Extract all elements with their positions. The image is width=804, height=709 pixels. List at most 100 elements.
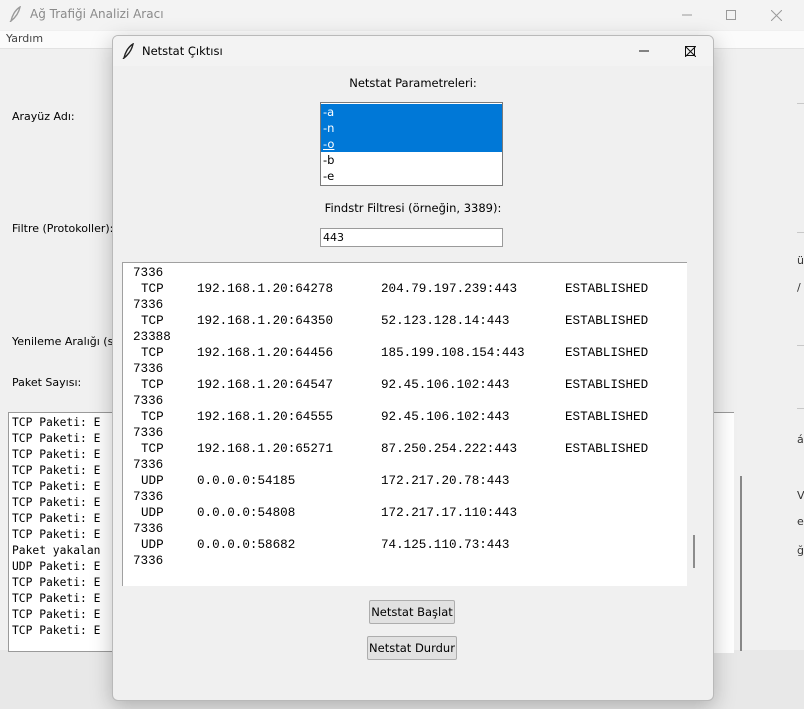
connection-state: ESTABLISHED: [565, 314, 649, 328]
close-icon: [770, 9, 782, 21]
connection-pid: 7336: [133, 522, 164, 536]
menu-help[interactable]: Yardım: [6, 32, 43, 45]
connection-state: ESTABLISHED: [565, 442, 649, 456]
connection-pid: 7336: [133, 362, 164, 376]
output-pid-line: 7336: [133, 266, 164, 280]
netstat-output-text: 7336 TCP 192.168.1.20:64278 204.79.197.239…: [133, 265, 648, 569]
connection-foreign: 204.79.197.239:443: [381, 282, 518, 296]
param-option[interactable]: -b: [321, 152, 502, 168]
netstat-stop-button[interactable]: Netstat Durdur: [367, 636, 457, 660]
connection-proto: TCP: [141, 282, 164, 296]
connection-proto: TCP: [141, 442, 164, 456]
connection-row: UDP 0.0.0.0:54185 172.217.20.78:443: [133, 473, 648, 489]
edge-text: V: [797, 489, 804, 502]
param-option[interactable]: -n: [321, 120, 502, 136]
connection-local: 192.168.1.20:65271: [197, 442, 334, 456]
main-titlebar: Ağ Trafiği Analizi Aracı: [0, 0, 804, 30]
connection-state: ESTABLISHED: [565, 282, 649, 296]
edge-divider: [797, 232, 804, 233]
connection-proto: TCP: [141, 314, 164, 328]
edge-text: ğ: [797, 544, 804, 557]
feather-icon: [121, 42, 135, 62]
connection-local: 192.168.1.20:64555: [197, 410, 334, 424]
close-icon: [684, 45, 696, 57]
connection-foreign: 92.45.106.102:443: [381, 378, 510, 392]
connection-proto: UDP: [141, 538, 164, 552]
connection-local: 0.0.0.0:54185: [197, 474, 296, 488]
connection-state: ESTABLISHED: [565, 346, 649, 360]
connection-row: UDP 0.0.0.0:58682 74.125.110.73:443: [133, 537, 648, 553]
edge-divider: [797, 408, 804, 409]
dialog-titlebar[interactable]: Netstat Çıktısı: [113, 36, 713, 66]
edge-text: e: [797, 515, 804, 528]
connection-local: 192.168.1.20:64547: [197, 378, 334, 392]
connection-pid: 7336: [133, 426, 164, 440]
connection-foreign: 185.199.108.154:443: [381, 346, 525, 360]
log-line: TCP Paketi: E: [12, 576, 101, 589]
output-scrollbar-thumb[interactable]: [693, 535, 695, 568]
log-line: UDP Paketi: E: [12, 560, 101, 573]
log-line: TCP Paketi: E: [12, 416, 101, 429]
netstat-output[interactable]: 7336 TCP 192.168.1.20:64278 204.79.197.239…: [122, 262, 687, 586]
param-option[interactable]: -a: [321, 104, 502, 120]
findstr-input[interactable]: [320, 228, 503, 247]
interface-label: Arayüz Adı:: [12, 110, 75, 123]
dialog-close-button[interactable]: [667, 36, 713, 66]
log-line: Paket yakalan: [12, 544, 101, 557]
param-option[interactable]: -e: [321, 168, 502, 184]
connection-local: 0.0.0.0:54808: [197, 506, 296, 520]
connection-row: TCP 192.168.1.20:64278 204.79.197.239:443 E…: [133, 281, 648, 297]
connection-foreign: 172.217.17.110:443: [381, 506, 518, 520]
param-option-label: -o: [323, 137, 335, 151]
params-label: Netstat Parametreleri:: [349, 76, 477, 90]
edge-text: á: [797, 433, 804, 446]
connection-row: TCP 192.168.1.20:64350 52.123.128.14:443 ES…: [133, 313, 648, 329]
connection-row: UDP 0.0.0.0:54808 172.217.17.110:443: [133, 505, 648, 521]
connection-proto: TCP: [141, 410, 164, 424]
edge-text: ü: [797, 254, 804, 267]
main-close-button[interactable]: [753, 0, 799, 30]
param-option-label: -n: [323, 121, 335, 135]
log-line: TCP Paketi: E: [12, 528, 101, 541]
minimize-icon: [682, 14, 692, 16]
params-listbox[interactable]: -a -n -o -b -e: [320, 102, 503, 186]
log-line: TCP Paketi: E: [12, 464, 101, 477]
main-minimize-button[interactable]: [664, 0, 710, 30]
connection-proto: TCP: [141, 378, 164, 392]
connection-local: 0.0.0.0:58682: [197, 538, 296, 552]
connection-pid: 7336: [133, 298, 164, 312]
connection-proto: UDP: [141, 506, 164, 520]
connection-foreign: 52.123.128.14:443: [381, 314, 510, 328]
connection-pid: 7336: [133, 490, 164, 504]
connection-row: TCP 192.168.1.20:64555 92.45.106.102:443 ES…: [133, 409, 648, 425]
connection-pid: 7336: [133, 554, 164, 568]
connection-proto: TCP: [141, 346, 164, 360]
connection-foreign: 87.250.254.222:443: [381, 442, 518, 456]
main-maximize-button[interactable]: [708, 0, 754, 30]
connection-pid: 7336: [133, 458, 164, 472]
packet-log-scrollbar[interactable]: [740, 476, 742, 651]
connection-local: 192.168.1.20:64350: [197, 314, 334, 328]
connection-row: TCP 192.168.1.20:65271 87.250.254.222:443 E…: [133, 441, 648, 457]
log-line: TCP Paketi: E: [12, 608, 101, 621]
param-option[interactable]: -o: [321, 136, 502, 152]
refresh-interval-label: Yenileme Aralığı (sa: [12, 335, 121, 348]
edge-divider: [797, 103, 804, 104]
connection-local: 192.168.1.20:64456: [197, 346, 334, 360]
netstat-dialog: Netstat Çıktısı Netstat Parametreleri: -…: [112, 35, 714, 701]
connection-state: ESTABLISHED: [565, 378, 649, 392]
connection-proto: UDP: [141, 474, 164, 488]
connection-state: ESTABLISHED: [565, 410, 649, 424]
param-option-label: -b: [323, 153, 335, 167]
maximize-icon: [726, 10, 736, 20]
log-line: TCP Paketi: E: [12, 512, 101, 525]
findstr-label: Findstr Filtresi (örneğin, 3389):: [324, 201, 502, 215]
packet-log[interactable]: TCP Paketi: E TCP Paketi: E TCP Paketi: E T…: [8, 412, 118, 652]
main-window-title: Ağ Trafiği Analizi Aracı: [30, 7, 164, 21]
param-option-label: -a: [323, 105, 335, 119]
netstat-start-button[interactable]: Netstat Başlat: [369, 600, 455, 624]
log-line: TCP Paketi: E: [12, 624, 101, 637]
dialog-minimize-button[interactable]: [621, 36, 667, 66]
packet-log-right-edge: [712, 412, 734, 653]
connection-foreign: 172.217.20.78:443: [381, 474, 510, 488]
